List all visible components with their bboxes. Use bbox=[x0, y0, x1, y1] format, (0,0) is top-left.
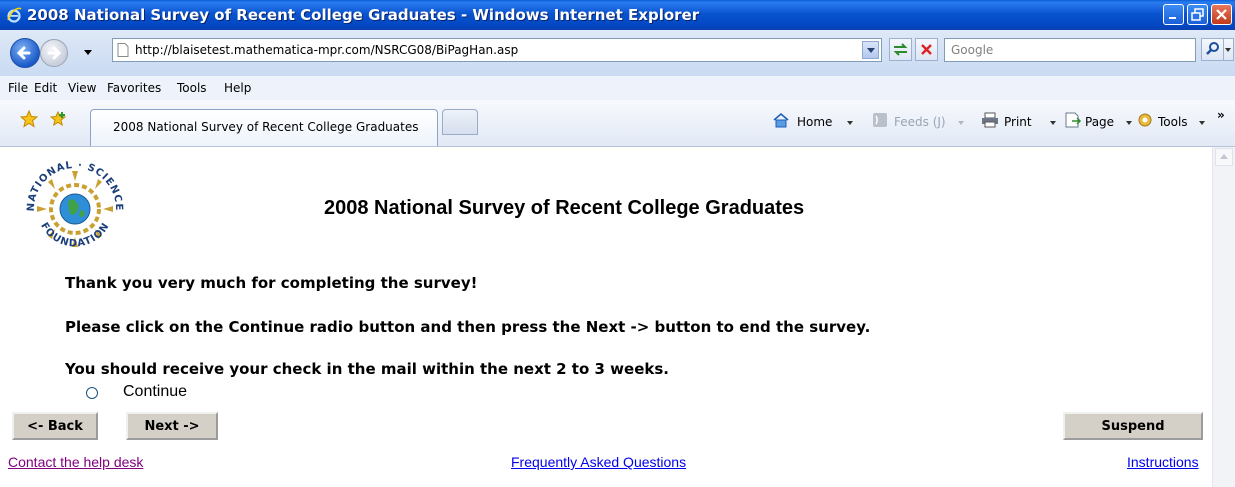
menu-file[interactable]: File bbox=[8, 81, 28, 95]
url-input[interactable] bbox=[135, 40, 835, 60]
chevron-down-icon[interactable] bbox=[847, 121, 853, 125]
menu-tools[interactable]: Tools bbox=[177, 81, 207, 95]
back-nav-button[interactable] bbox=[10, 38, 40, 68]
maximize-button[interactable] bbox=[1187, 4, 1208, 25]
check-mail-message: You should receive your check in the mai… bbox=[65, 360, 669, 378]
internet-explorer-icon bbox=[7, 7, 22, 23]
minimize-button[interactable] bbox=[1163, 4, 1184, 25]
feeds-icon bbox=[873, 113, 887, 127]
address-bar bbox=[112, 38, 882, 62]
print-button[interactable]: Print bbox=[1004, 115, 1032, 129]
printer-icon bbox=[982, 112, 998, 128]
tab-command-bar: 2008 National Survey of Recent College G… bbox=[0, 100, 1235, 147]
recent-pages-dropdown[interactable] bbox=[84, 50, 92, 55]
menu-view[interactable]: View bbox=[68, 81, 96, 95]
menu-bar: File Edit View Favorites Tools Help bbox=[0, 76, 1235, 101]
favorites-star-icon[interactable] bbox=[20, 110, 38, 128]
arrow-up-icon bbox=[1220, 154, 1228, 159]
search-box bbox=[944, 38, 1196, 62]
arrow-left-icon bbox=[16, 46, 31, 60]
tab-survey-label: 2008 National Survey of Recent College G… bbox=[113, 120, 419, 134]
menu-help[interactable]: Help bbox=[224, 81, 251, 95]
vertical-scrollbar[interactable] bbox=[1212, 147, 1235, 487]
feeds-button[interactable]: Feeds (J) bbox=[894, 115, 946, 129]
gear-icon bbox=[1138, 113, 1152, 127]
address-dropdown-button[interactable] bbox=[862, 41, 879, 59]
toolbar-overflow-icon[interactable]: » bbox=[1217, 108, 1225, 122]
scroll-up-button[interactable] bbox=[1215, 148, 1233, 166]
continue-radio[interactable] bbox=[86, 387, 98, 399]
tab-survey[interactable]: 2008 National Survey of Recent College G… bbox=[90, 109, 438, 146]
new-tab-button[interactable] bbox=[442, 109, 478, 135]
back-button[interactable]: <- Back bbox=[12, 412, 98, 440]
window-title-bar: 2008 National Survey of Recent College G… bbox=[0, 0, 1235, 30]
add-favorite-icon[interactable] bbox=[50, 110, 68, 128]
tools-menu-button[interactable]: Tools bbox=[1158, 115, 1188, 129]
page-title: 2008 National Survey of Recent College G… bbox=[324, 197, 805, 219]
instruction-message: Please click on the Continue radio butto… bbox=[65, 318, 871, 336]
svg-text:FOUNDATION: FOUNDATION bbox=[38, 221, 112, 250]
refresh-button[interactable] bbox=[889, 38, 912, 61]
faq-link[interactable]: Frequently Asked Questions bbox=[511, 454, 686, 470]
chevron-down-icon[interactable] bbox=[1199, 121, 1205, 125]
instructions-link[interactable]: Instructions bbox=[1127, 454, 1199, 470]
nsf-logo: NATIONAL · SCIENCE FOUNDATION bbox=[26, 160, 123, 250]
address-toolbar bbox=[0, 30, 1235, 76]
chevron-down-icon[interactable] bbox=[1050, 121, 1056, 125]
help-desk-link[interactable]: Contact the help desk bbox=[8, 454, 143, 470]
chevron-down-icon[interactable] bbox=[958, 121, 964, 125]
search-input[interactable] bbox=[951, 41, 1187, 59]
stop-button[interactable] bbox=[915, 38, 938, 61]
chevron-down-icon[interactable] bbox=[1126, 121, 1132, 125]
arrow-right-icon bbox=[47, 46, 62, 60]
page-content: NATIONAL · SCIENCE FOUNDATION 2008 Natio… bbox=[8, 147, 1212, 487]
chevron-down-icon bbox=[867, 48, 875, 53]
search-icon bbox=[1206, 42, 1219, 55]
continue-radio-label[interactable]: Continue bbox=[123, 383, 187, 401]
refresh-icon bbox=[893, 43, 908, 56]
menu-edit[interactable]: Edit bbox=[34, 81, 57, 95]
menu-favorites[interactable]: Favorites bbox=[107, 81, 161, 95]
home-icon bbox=[773, 112, 789, 128]
forward-nav-button[interactable] bbox=[40, 39, 68, 67]
chevron-down-icon bbox=[1225, 48, 1231, 52]
page-menu-icon bbox=[1065, 112, 1082, 128]
next-button[interactable]: Next -> bbox=[126, 412, 218, 440]
home-button[interactable]: Home bbox=[797, 115, 832, 129]
suspend-button[interactable]: Suspend bbox=[1063, 412, 1203, 440]
stop-icon bbox=[921, 44, 932, 55]
close-window-button[interactable] bbox=[1211, 4, 1232, 25]
page-icon bbox=[117, 43, 129, 57]
thank-you-message: Thank you very much for completing the s… bbox=[65, 274, 478, 292]
search-options-dropdown[interactable] bbox=[1224, 38, 1234, 61]
window-title: 2008 National Survey of Recent College G… bbox=[27, 6, 700, 24]
page-menu-button[interactable]: Page bbox=[1085, 115, 1114, 129]
search-button[interactable] bbox=[1201, 38, 1224, 61]
